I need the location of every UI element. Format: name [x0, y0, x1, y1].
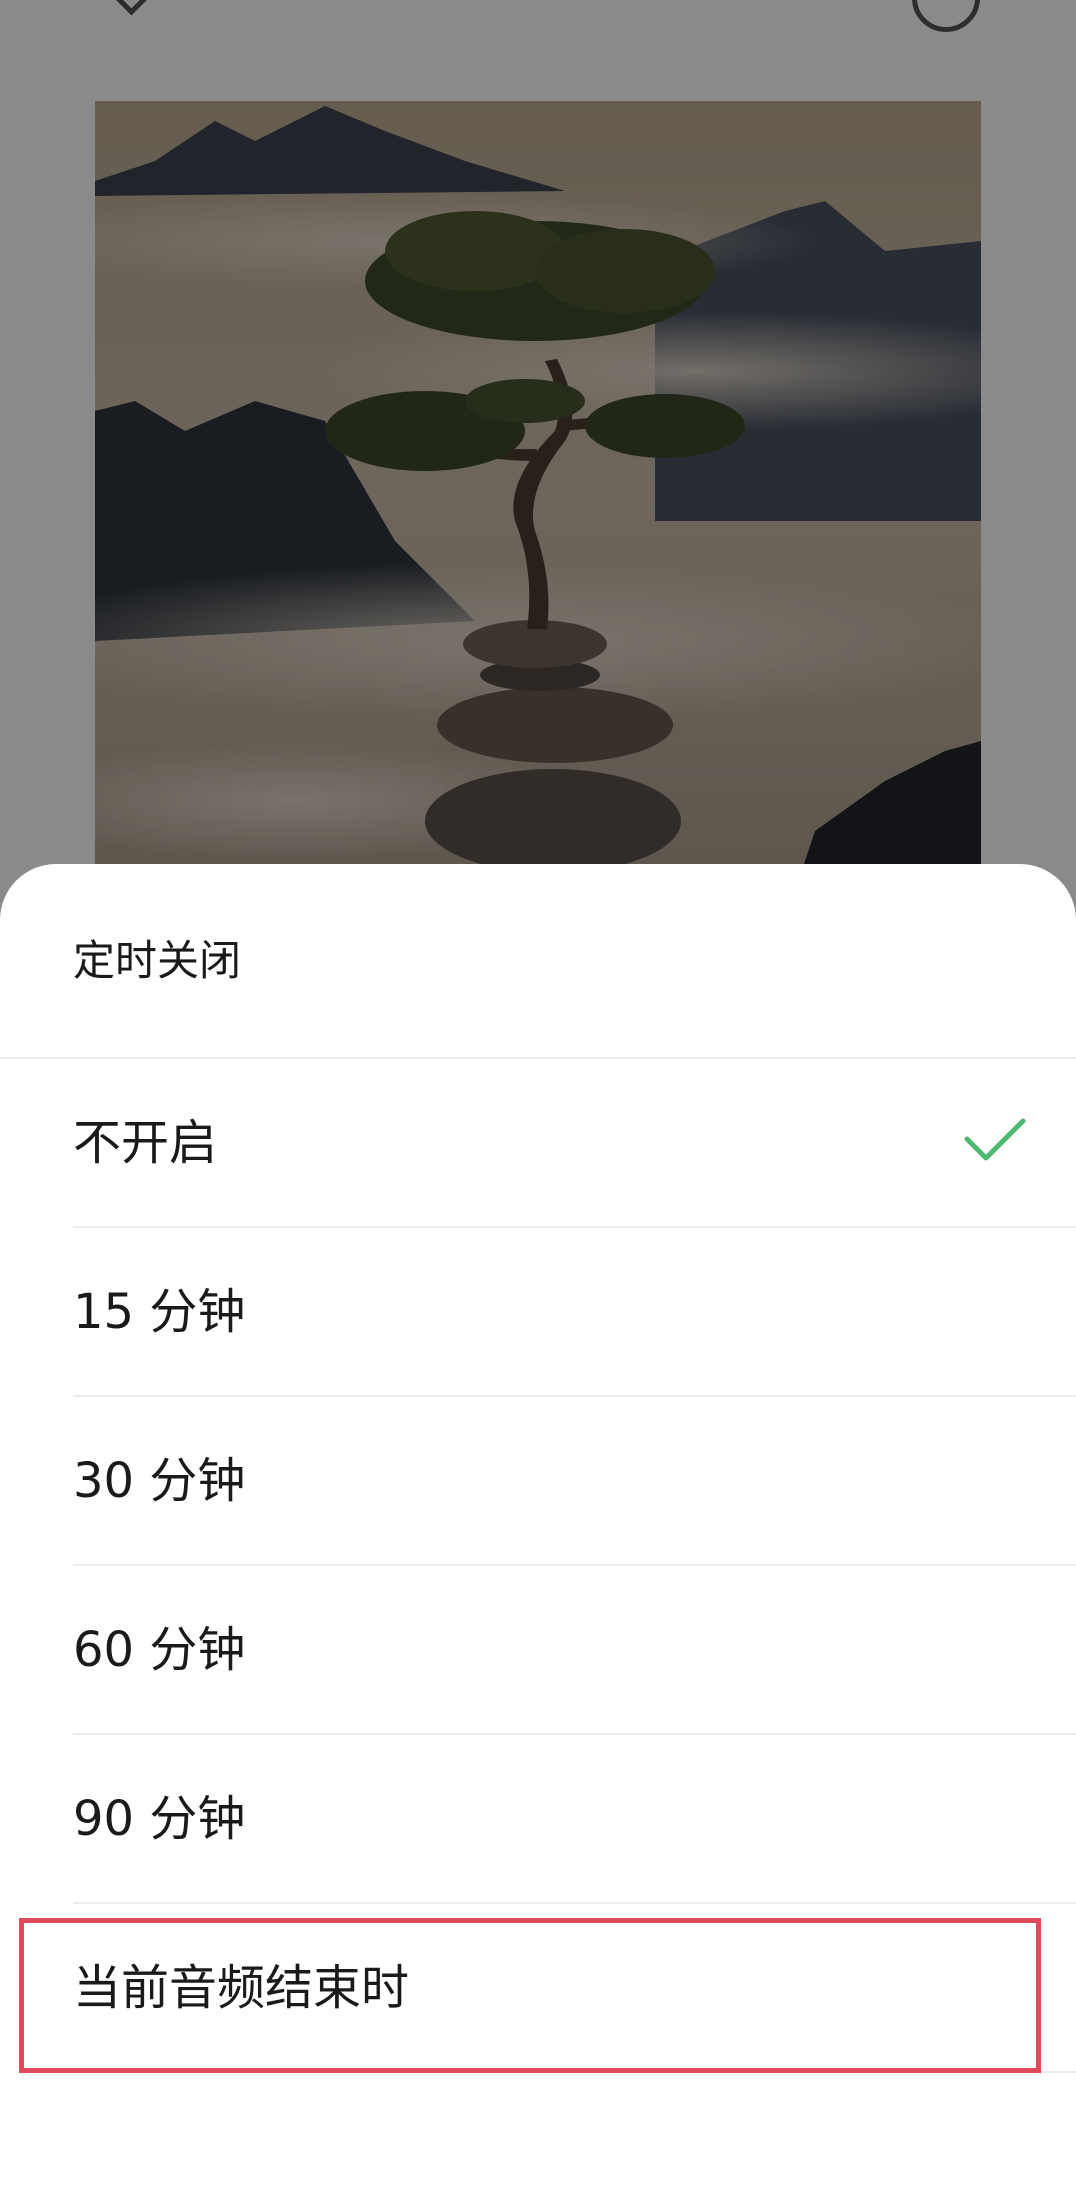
option-30-min[interactable]: 30 分钟 — [0, 1397, 1076, 1566]
option-label: 不开启 — [73, 1115, 218, 1171]
timer-option-list: 不开启 15 分钟 30 分钟 60 分钟 90 分钟 当前音频结束时 — [0, 1059, 1076, 2073]
option-60-min[interactable]: 60 分钟 — [0, 1566, 1076, 1735]
divider — [73, 2071, 1076, 2073]
timer-bottom-sheet: 定时关闭 不开启 15 分钟 30 分钟 60 分钟 90 分钟 当前音频结束时 — [0, 864, 1076, 2188]
option-15-min[interactable]: 15 分钟 — [0, 1228, 1076, 1397]
option-90-min[interactable]: 90 分钟 — [0, 1735, 1076, 1904]
sheet-title: 定时关闭 — [73, 936, 242, 985]
chevron-down-icon[interactable] — [109, 0, 154, 16]
option-label: 90 分钟 — [73, 1791, 246, 1847]
check-icon — [964, 1118, 1026, 1161]
option-label: 30 分钟 — [73, 1453, 246, 1509]
option-off[interactable]: 不开启 — [0, 1059, 1076, 1228]
circle-icon[interactable] — [912, 0, 980, 32]
album-cover — [95, 101, 981, 891]
option-end-of-audio[interactable]: 当前音频结束时 — [0, 1904, 1076, 2073]
player-screen: 定时关闭 不开启 15 分钟 30 分钟 60 分钟 90 分钟 当前音频结束时 — [0, 0, 1076, 2188]
option-label: 60 分钟 — [73, 1622, 246, 1678]
dim-overlay — [95, 101, 981, 891]
option-label: 当前音频结束时 — [73, 1960, 410, 2016]
option-label: 15 分钟 — [73, 1284, 246, 1340]
